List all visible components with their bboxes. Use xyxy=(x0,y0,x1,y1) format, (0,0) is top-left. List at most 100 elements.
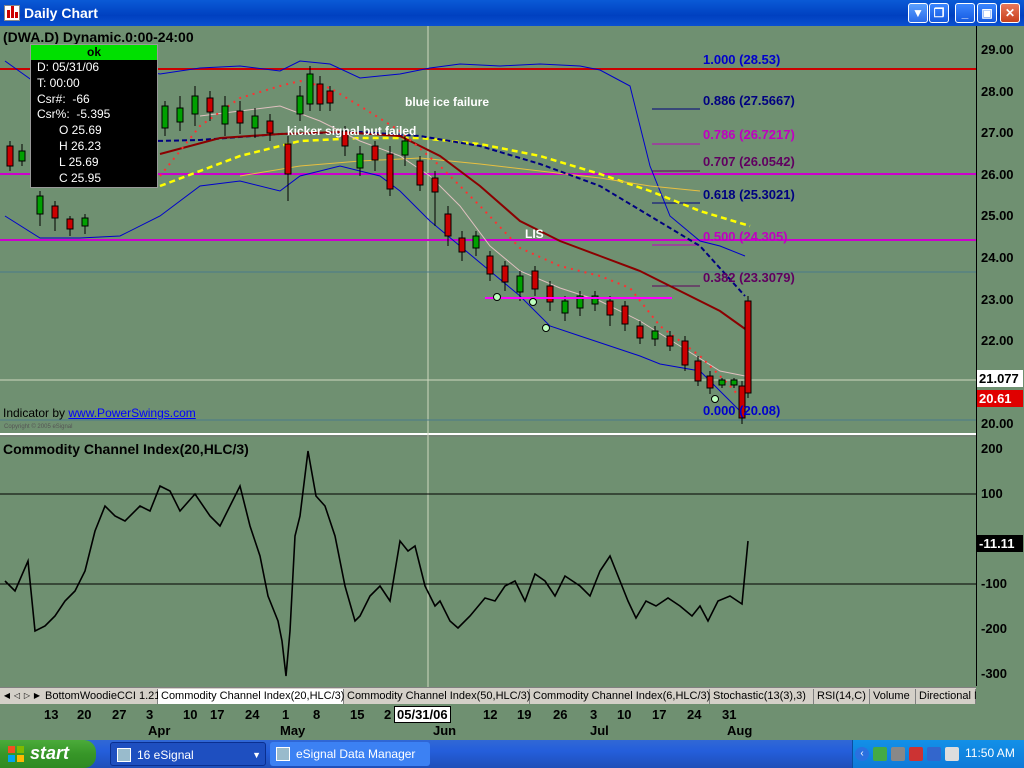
security-icon[interactable] xyxy=(909,747,923,761)
tab-stochastic[interactable]: Stochastic(13(3),3) xyxy=(710,689,814,704)
tab-volume[interactable]: Volume xyxy=(870,689,916,704)
month-label: May xyxy=(280,723,306,738)
chart-app-icon xyxy=(4,5,20,21)
chart-symbol-header: (DWA.D) Dynamic.0:00-24:00 xyxy=(3,29,194,45)
annotation-blue-ice: blue ice failure xyxy=(405,95,490,109)
fib-label-1000: 1.000 (28.53) xyxy=(703,52,781,67)
network-icon[interactable] xyxy=(873,747,887,761)
taskbar-data-manager[interactable]: eSignal Data Manager xyxy=(270,742,430,766)
cursor-info-window[interactable]: ok D: 05/31/06 T: 00:00 Csr#: -66 Csr%: … xyxy=(30,44,158,188)
month-label: Apr xyxy=(148,723,171,738)
ma-yellow xyxy=(159,136,751,228)
system-tray: ‹ 11:50 AM xyxy=(852,740,1024,768)
start-label: start xyxy=(30,743,70,763)
date-tick: 17 xyxy=(210,707,225,722)
copyright-text: Copyright © 2005 eSignal xyxy=(4,424,73,430)
tab-first-icon[interactable]: ◀ xyxy=(2,690,12,702)
cci-current-tag: -11.11 xyxy=(977,535,1023,552)
indicator-credit-prefix: Indicator by xyxy=(3,406,66,420)
tab-cci-6[interactable]: Commodity Channel Index(6,HLC/3) xyxy=(530,689,710,704)
cursor-status: ok xyxy=(31,45,157,60)
date-tick: 17 xyxy=(652,707,667,722)
cursor-low: L 25.69 xyxy=(59,154,99,169)
fib-label-0000: 0.000 (20.08) xyxy=(703,403,781,418)
price-tick: 27.00 xyxy=(981,125,1014,140)
close-button[interactable]: ✕ xyxy=(1000,3,1020,23)
cursor-close: C 25.95 xyxy=(59,170,102,185)
fib-label-0886: 0.886 (27.5667) xyxy=(703,93,795,108)
price-tick: 23.00 xyxy=(981,292,1014,307)
price-tick: 25.00 xyxy=(981,208,1014,223)
fib-label-0707: 0.707 (26.0542) xyxy=(703,154,795,169)
taskbar-data-manager-label: eSignal Data Manager xyxy=(296,747,416,761)
date-tick: 10 xyxy=(183,707,198,722)
taskbar-esignal[interactable]: 16 eSignal ▼ xyxy=(110,742,266,766)
powerswings-link[interactable]: www.PowerSwings.com xyxy=(68,406,195,420)
tab-bottom-woodie-cci[interactable]: BottomWoodieCCI 1.21 xyxy=(42,689,160,704)
last-price-tag: 20.61 xyxy=(977,390,1023,407)
price-tick: 29.00 xyxy=(981,42,1014,57)
taskbar-esignal-label: 16 eSignal xyxy=(137,748,194,762)
tab-last-icon[interactable]: ▶ xyxy=(32,690,42,702)
tab-next-icon[interactable]: ▷ xyxy=(22,690,32,702)
indicator-credit: Indicator by www.PowerSwings.com xyxy=(3,406,196,420)
date-tick: 8 xyxy=(313,707,321,722)
date-tick: 26 xyxy=(553,707,568,722)
cursor-date: D: 05/31/06 xyxy=(37,60,100,74)
tab-cci-20[interactable]: Commodity Channel Index(20,HLC/3) xyxy=(158,689,344,704)
printer-icon[interactable] xyxy=(891,747,905,761)
fib-label-0500: 0.500 (24.305) xyxy=(703,229,788,244)
tab-directional[interactable]: Directional M xyxy=(916,689,976,704)
date-tick: 10 xyxy=(617,707,632,722)
date-tick: 24 xyxy=(245,707,260,722)
start-button[interactable]: start xyxy=(0,740,96,768)
tab-cci-50[interactable]: Commodity Channel Index(50,HLC/3) xyxy=(344,689,530,704)
window-title: Daily Chart xyxy=(24,5,98,21)
fib-label-0618: 0.618 (25.3021) xyxy=(703,187,795,202)
taskbar: start 16 eSignal ▼ eSignal Data Manager … xyxy=(0,740,1024,768)
maximize-button[interactable]: ▣ xyxy=(977,3,997,23)
study-tabs: ◀ ◁ ▷ ▶ BottomWoodieCCI 1.21 Commodity C… xyxy=(0,687,976,705)
date-tick: 3 xyxy=(590,707,598,722)
cci-pane-title: Commodity Channel Index(20,HLC/3) xyxy=(3,441,249,457)
data-manager-icon xyxy=(276,747,290,761)
bluetooth-icon[interactable] xyxy=(927,747,941,761)
cursor-time: T: 00:00 xyxy=(37,75,80,90)
tray-expand-icon[interactable]: ‹ xyxy=(855,747,869,761)
crosshair-price-tag: 21.077 xyxy=(977,370,1023,387)
cci-tick: -100 xyxy=(981,576,1008,591)
cci-tick: -200 xyxy=(981,621,1008,636)
date-tick: 13 xyxy=(44,707,59,722)
annotation-kicker: kicker signal but failed xyxy=(287,124,417,138)
title-bar[interactable]: Daily Chart ▼ ❐ _ ▣ ✕ xyxy=(0,0,1024,26)
cci-tick: -300 xyxy=(981,666,1008,681)
month-label: Aug xyxy=(727,723,753,738)
date-tick: 15 xyxy=(350,707,365,722)
date-axis[interactable]: 13 20 27 3 10 17 24 1 8 15 2 05/31/06 12… xyxy=(0,704,1024,740)
date-tick: 19 xyxy=(517,707,532,722)
date-tick: 3 xyxy=(146,707,154,722)
cursor-open: O 25.69 xyxy=(59,123,102,138)
restore-window-button[interactable]: ❐ xyxy=(929,3,949,23)
month-label: Jun xyxy=(433,723,457,738)
cci-line xyxy=(4,450,749,677)
date-tick: 20 xyxy=(77,707,92,722)
clock[interactable]: 11:50 AM xyxy=(965,746,1015,760)
cursor-bar-number: Csr#: -66 xyxy=(37,91,90,106)
cursor-percent: Csr%: -5.395 xyxy=(37,107,111,122)
date-tick: 31 xyxy=(722,707,737,722)
minimize-button[interactable]: _ xyxy=(955,3,975,23)
cci-tick: 200 xyxy=(981,441,1003,456)
tab-prev-icon[interactable]: ◁ xyxy=(12,690,22,702)
bollinger-lower xyxy=(4,165,746,417)
parabolic-sar xyxy=(159,79,749,407)
filter-icon[interactable]: ▼ xyxy=(908,3,928,23)
price-tick: 26.00 xyxy=(981,167,1014,182)
price-tick: 24.00 xyxy=(981,250,1014,265)
daily-chart-window: Daily Chart ▼ ❐ _ ▣ ✕ (DWA.D) Dynamic.0:… xyxy=(0,0,1024,740)
price-axis[interactable]: 29.00 28.00 27.00 26.00 25.00 24.00 23.0… xyxy=(976,26,1024,686)
fib-label-0786: 0.786 (26.7217) xyxy=(703,127,795,142)
volume-icon[interactable] xyxy=(945,747,959,761)
tab-rsi[interactable]: RSI(14,C) xyxy=(814,689,870,704)
date-tick: 2 xyxy=(384,707,392,722)
